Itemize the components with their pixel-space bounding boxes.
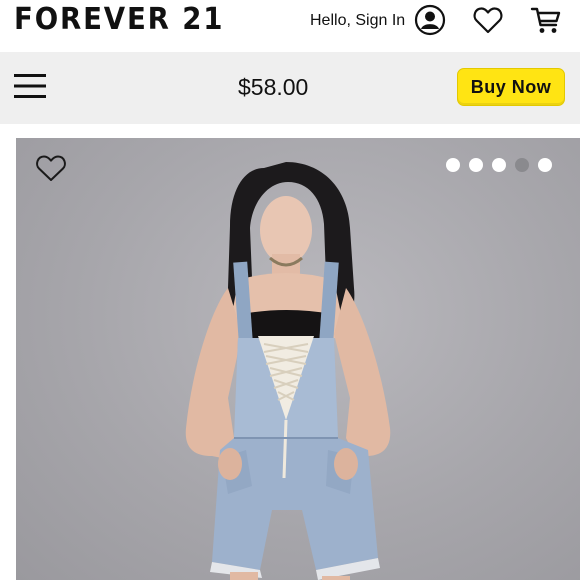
carousel-dots (446, 158, 552, 172)
product-price: $58.00 (238, 74, 309, 100)
carousel-dot[interactable] (446, 158, 460, 172)
carousel-dot[interactable] (492, 158, 506, 172)
carousel-dot[interactable] (469, 158, 483, 172)
account-icon[interactable] (414, 4, 446, 36)
sign-in-link[interactable]: Hello, Sign In (310, 12, 405, 30)
purchase-bar: $58.00 Buy Now (0, 52, 580, 124)
brand-logo[interactable]: FOREVER 21 (14, 2, 224, 37)
product-photo (185, 162, 391, 580)
cart-icon[interactable] (530, 4, 562, 36)
carousel-dot[interactable] (538, 158, 552, 172)
buy-now-button[interactable]: Buy Now (457, 68, 565, 106)
menu-icon[interactable] (14, 72, 46, 100)
divider (0, 124, 580, 138)
product-image-gallery[interactable] (16, 138, 580, 580)
heart-icon[interactable] (472, 4, 504, 36)
carousel-dot-active[interactable] (515, 158, 529, 172)
heart-outline-icon[interactable] (34, 152, 68, 184)
top-header: FOREVER 21 Hello, Sign In (0, 0, 580, 52)
